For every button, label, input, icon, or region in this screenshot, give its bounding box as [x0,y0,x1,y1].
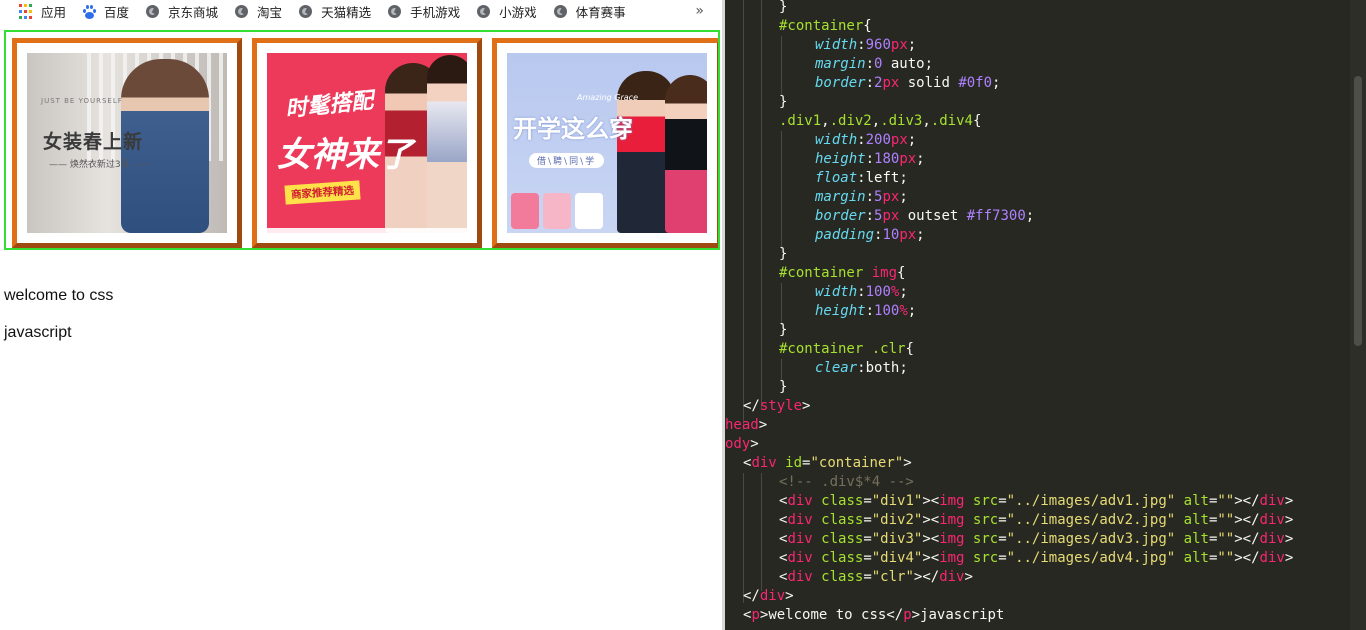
ad-container: JUST BE YOURSELF 女装春上新 —— 焕然衣新过3月 —— 时髦搭… [4,30,720,250]
code-line: } [779,246,788,262]
paragraph-javascript: javascript [4,324,72,341]
ad-image-2: 时髦搭配 女神来了 商家推荐精选 [267,53,467,233]
code-line: width:960px; [815,37,917,53]
code-line: margin:5px; [815,189,908,205]
code-line: width:200px; [815,132,917,148]
bookmark-label: 手机游戏 [410,5,461,20]
globe-icon [553,5,567,18]
browser-viewport: 应用 百度 京东商城 淘宝 天猫精选 手机游戏 小游戏 体育赛事 » JUST … [0,0,722,630]
ad-eyebrow: Amazing Grace [577,93,638,102]
code-line: } [779,0,788,15]
code-line: <p>welcome to css</p>javascript [743,607,1005,623]
bookmark-label: 天猫精选 [321,5,372,20]
bookmark-label: 应用 [41,5,67,20]
code-line: clear:both; [815,360,908,376]
code-line: margin:0 auto; [815,56,934,72]
code-line: <div id="container"> [743,455,912,471]
ad-title: 女装春上新 [43,131,144,153]
ad-box-3[interactable]: Amazing Grace 开学这么穿 借\聘\同\学 [492,38,718,248]
code-line: <div class="clr"></div> [779,569,973,585]
code-line: <div class="div4"><img src="../images/ad… [779,550,1294,566]
bookmark-label: 京东商城 [168,5,219,20]
globe-icon [477,5,491,18]
code-line: <div class="div3"><img src="../images/ad… [779,531,1294,547]
code-line: border:2px solid #0f0; [815,75,1001,91]
apps-grid-icon [18,4,33,19]
ad-title-large: 女神来了 [277,135,413,175]
code-line: </div> [743,588,794,604]
bookmark-baidu[interactable]: 百度 [82,0,129,23]
bookmark-apps[interactable]: 应用 [18,0,66,23]
code-line: <!-- .div$*4 --> [779,474,914,490]
bookmark-mini-games[interactable]: 小游戏 [476,0,537,23]
baidu-paw-icon [82,4,97,19]
model-figure [427,55,467,233]
code-editor[interactable]: } #container{ width:960px; margin:0 auto… [725,0,1366,630]
bookmark-label: 体育赛事 [575,5,626,20]
code-line: <div class="div2"><img src="../images/ad… [779,512,1294,528]
bookmark-sports[interactable]: 体育赛事 [553,0,626,23]
code-line: } [779,379,788,395]
model-figure [665,75,707,233]
bookmark-label: 淘宝 [257,5,283,20]
code-line: ody> [725,436,759,452]
code-line: #container .clr{ [779,341,914,357]
ad-title: 时髦搭配 [284,88,375,123]
code-line: height:180px; [815,151,925,167]
globe-icon [146,5,160,18]
code-line: .div1,.div2,.div3,.div4{ [779,113,982,129]
code-line: </style> [743,398,811,414]
bookmark-jd[interactable]: 京东商城 [145,0,218,23]
bookmark-mobile-games[interactable]: 手机游戏 [387,0,460,23]
code-line: width:100%; [815,284,908,300]
code-line: #container{ [779,18,872,34]
ad-subtitle: 借\聘\同\学 [529,153,605,168]
bookmark-taobao[interactable]: 淘宝 [234,0,282,23]
code-line: <div class="div1"><img src="../images/ad… [779,493,1294,509]
ad-subtitle: —— 焕然衣新过3月 —— [49,160,151,170]
code-line: #container img{ [779,265,906,281]
code-line: border:5px outset #ff7300; [815,208,1035,224]
paragraph-welcome: welcome to css [4,287,114,304]
code-line: } [779,94,788,110]
ad-image-3: Amazing Grace 开学这么穿 借\聘\同\学 [507,53,707,233]
globe-icon [299,5,313,18]
ad-image-1: JUST BE YOURSELF 女装春上新 —— 焕然衣新过3月 —— [27,53,227,233]
globe-icon [388,5,402,18]
bookmark-label: 小游戏 [499,5,537,20]
ad-box-1[interactable]: JUST BE YOURSELF 女装春上新 —— 焕然衣新过3月 —— [12,38,242,248]
code-line: float:left; [815,170,908,186]
ad-tag: 商家推荐精选 [284,180,361,205]
bookmarks-bar: 应用 百度 京东商城 淘宝 天猫精选 手机游戏 小游戏 体育赛事 » [0,0,722,23]
code-line: } [779,322,788,338]
bookmark-label: 百度 [104,5,130,20]
bookmark-tmall[interactable]: 天猫精选 [298,0,371,23]
globe-icon [235,5,249,18]
editor-scrollbar-thumb[interactable] [1354,76,1362,346]
code-line: padding:10px; [815,227,925,243]
ad-title: 开学这么穿 [513,115,633,143]
ad-box-2[interactable]: 时髦搭配 女神来了 商家推荐精选 [252,38,482,248]
ad-eyebrow: JUST BE YOURSELF [41,97,123,105]
bookmarks-overflow-chevron-icon[interactable]: » [695,3,704,19]
code-line: height:100%; [815,303,917,319]
code-line: head> [725,417,768,433]
